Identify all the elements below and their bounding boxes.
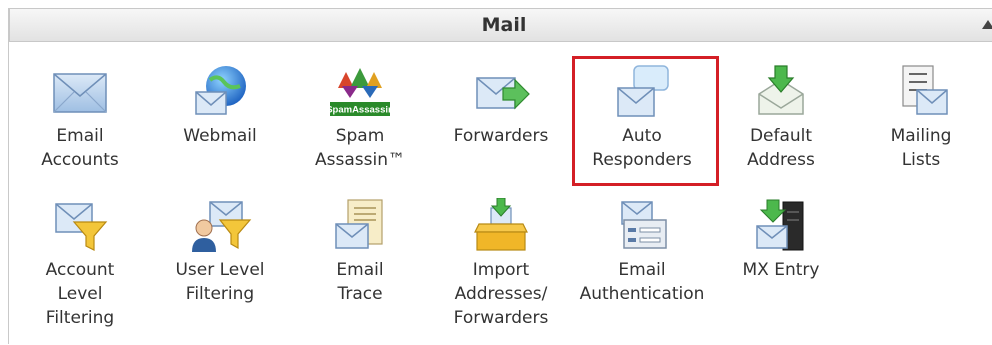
envelope-icon <box>53 73 107 113</box>
item-label: Email Authentication <box>579 260 705 304</box>
email-authentication-item[interactable]: Email Authentication <box>572 198 712 306</box>
document-trace-envelope-icon <box>335 199 383 249</box>
authentication-card-icon <box>621 201 667 249</box>
default-address-item[interactable]: Default Address <box>711 64 851 172</box>
item-label: User Level Filtering <box>175 260 265 304</box>
spam-assassin-item[interactable]: SpamAssassin Spam Assassin™ <box>290 64 430 172</box>
item-label: Mailing Lists <box>890 126 952 170</box>
mailing-lists-item[interactable]: Mailing Lists <box>851 64 991 172</box>
item-label: Import Addresses/ Forwarders <box>453 260 549 328</box>
user-level-filtering-item[interactable]: User Level Filtering <box>150 198 290 306</box>
globe-envelope-icon <box>195 66 246 115</box>
item-label: Email Trace <box>336 260 384 304</box>
item-label: Forwarders <box>453 126 549 146</box>
spamassassin-logo-icon: SpamAssassin <box>328 68 392 116</box>
envelope-funnel-icon <box>55 203 108 251</box>
collapse-arrow-icon[interactable] <box>982 20 992 29</box>
webmail-item[interactable]: Webmail <box>150 64 290 148</box>
envelope-forward-arrow-icon <box>476 77 530 110</box>
server-envelope-icon <box>756 199 804 251</box>
item-label: Default Address <box>747 126 815 170</box>
item-label: Account Level Filtering <box>45 260 115 328</box>
list-envelope-icon <box>902 65 948 115</box>
item-label: Email Accounts <box>41 126 119 170</box>
import-box-icon <box>474 198 528 251</box>
forwarders-item[interactable]: Forwarders <box>431 64 571 148</box>
email-accounts-item[interactable]: Email Accounts <box>10 64 150 172</box>
item-label: MX Entry <box>742 260 820 280</box>
account-level-filtering-item[interactable]: Account Level Filtering <box>10 198 150 330</box>
item-label: Spam Assassin™ <box>315 126 405 170</box>
user-envelope-funnel-icon <box>192 201 252 252</box>
envelope-download-arrow-icon <box>758 65 804 115</box>
highlight-box <box>572 56 719 186</box>
email-trace-item[interactable]: Email Trace <box>290 198 430 306</box>
spamassassin-logo-text: SpamAssassin <box>328 105 392 116</box>
import-addresses-forwarders-item[interactable]: Import Addresses/ Forwarders <box>431 198 571 330</box>
mx-entry-item[interactable]: MX Entry <box>711 198 851 282</box>
section-header[interactable]: Mail <box>9 8 992 42</box>
section-title: Mail <box>481 14 527 36</box>
item-label: Webmail <box>183 126 257 146</box>
